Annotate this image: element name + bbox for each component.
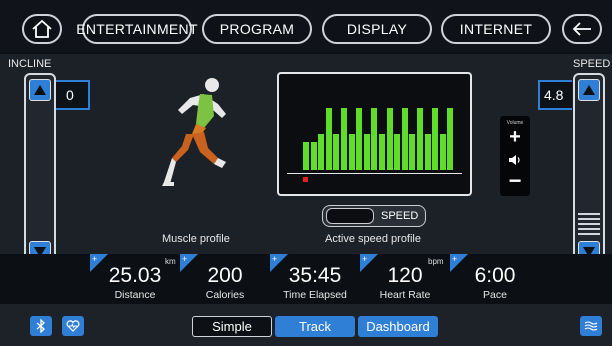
stat-pace: + 6:00 Pace <box>450 254 540 304</box>
speed-profile-bar <box>325 108 332 170</box>
incline-value-text: 0 <box>66 87 74 103</box>
tab-program-label: PROGRAM <box>219 21 295 37</box>
tab-internet[interactable]: INTERNET <box>441 14 551 44</box>
back-button[interactable] <box>562 14 602 44</box>
home-icon <box>32 19 52 38</box>
incline-label: INCLINE <box>8 58 52 70</box>
speed-profile-bar <box>341 108 347 170</box>
mode-track-label: Track <box>298 319 332 334</box>
incline-rail <box>24 73 56 269</box>
tab-entertainment[interactable]: ENTERTAINMENT <box>76 14 198 44</box>
speed-profile-bar <box>363 134 370 170</box>
muscle-profile-label: Muscle profile <box>162 233 230 245</box>
active-speed-profile-label: Active speed profile <box>325 233 421 245</box>
tab-entertainment-label: ENTERTAINMENT <box>76 21 198 37</box>
volume-control: Volume + − <box>500 116 530 196</box>
triangle-up-icon <box>34 85 46 95</box>
toggle-knob <box>326 208 374 224</box>
tab-program[interactable]: PROGRAM <box>202 14 312 44</box>
heart-rate-label: Heart Rate <box>379 289 431 301</box>
speed-value: 4.8 <box>538 80 572 110</box>
position-marker <box>303 177 308 182</box>
plus-icon: + <box>182 254 188 264</box>
distance-label: Distance <box>114 289 156 301</box>
speed-profile-bar <box>424 134 431 170</box>
speed-level-indicator <box>578 213 600 235</box>
time-elapsed-label: Time Elapsed <box>283 289 347 301</box>
mode-simple-label: Simple <box>212 319 252 334</box>
incline-up-button[interactable] <box>29 79 51 101</box>
speed-profile-graph <box>277 72 472 196</box>
speed-profile-bar <box>333 134 340 170</box>
tab-display[interactable]: DISPLAY <box>322 14 432 44</box>
calories-value: 200 <box>207 264 243 287</box>
speed-value-text: 4.8 <box>544 87 564 103</box>
speed-profile-bar <box>371 108 378 170</box>
speed-profile-bar <box>432 108 439 170</box>
triangle-up-icon <box>583 85 595 95</box>
speed-profile-bar <box>348 134 355 170</box>
time-elapsed-value: 35:45 <box>288 264 342 287</box>
speed-up-button[interactable] <box>578 79 600 101</box>
pace-value: 6:00 <box>474 264 516 287</box>
stat-calories: + 200 Calories <box>180 254 270 304</box>
speed-label: SPEED <box>573 58 611 70</box>
bluetooth-icon <box>36 319 45 333</box>
speed-profile-bar <box>401 108 408 170</box>
bluetooth-button[interactable] <box>30 316 52 336</box>
heart-rate-unit: bpm <box>428 257 444 266</box>
distance-unit: km <box>165 257 176 266</box>
back-arrow-icon <box>572 22 591 36</box>
calories-label: Calories <box>205 289 245 301</box>
speed-profile-bar <box>439 134 446 170</box>
mode-dashboard-label: Dashboard <box>366 319 430 334</box>
speed-rail <box>573 73 605 269</box>
speed-profile-bar <box>409 134 416 170</box>
tab-internet-label: INTERNET <box>459 21 533 37</box>
speed-profile-bar <box>386 108 393 170</box>
speed-profile-toggle[interactable]: SPEED <box>322 205 426 227</box>
plus-icon: + <box>272 254 278 264</box>
distance-value: 25.03 <box>108 264 162 287</box>
speed-profile-bar <box>303 142 309 170</box>
speed-profile-bar <box>417 108 423 170</box>
graph-baseline <box>287 172 462 174</box>
toggle-label: SPEED <box>381 210 419 222</box>
pace-label: Pace <box>483 289 507 301</box>
speaker-icon <box>509 155 520 165</box>
speed-profile-bar <box>318 134 325 170</box>
speed-profile-bar <box>379 134 385 170</box>
plus-icon: + <box>362 254 368 264</box>
plus-icon: + <box>452 254 458 264</box>
mode-dashboard-button[interactable]: Dashboard <box>358 316 438 337</box>
volume-up-button[interactable]: + <box>500 126 530 149</box>
speed-profile-bar <box>447 108 454 170</box>
heart-rate-value: 120 <box>387 264 423 287</box>
mode-track-button[interactable]: Track <box>275 316 355 337</box>
speed-profile-bar <box>394 134 401 170</box>
volume-down-button[interactable]: − <box>500 168 530 194</box>
airflow-button[interactable] <box>580 316 602 336</box>
stat-heart-rate: + 120 bpm Heart Rate <box>360 254 450 304</box>
home-button[interactable] <box>22 14 62 44</box>
plus-icon: + <box>92 254 98 264</box>
speed-profile-bar <box>310 142 317 170</box>
incline-value: 0 <box>56 80 90 110</box>
stat-time-elapsed: + 35:45 Time Elapsed <box>270 254 360 304</box>
wind-waves-icon <box>584 321 598 331</box>
speed-profile-bar <box>356 108 363 170</box>
stat-distance: + 25.03 km Distance <box>90 254 180 304</box>
mode-simple-button[interactable]: Simple <box>192 316 272 337</box>
tab-display-label: DISPLAY <box>346 21 408 37</box>
heart-monitor-button[interactable] <box>62 316 84 336</box>
runner-muscle-figure <box>162 78 226 186</box>
heart-pulse-icon <box>66 320 80 332</box>
